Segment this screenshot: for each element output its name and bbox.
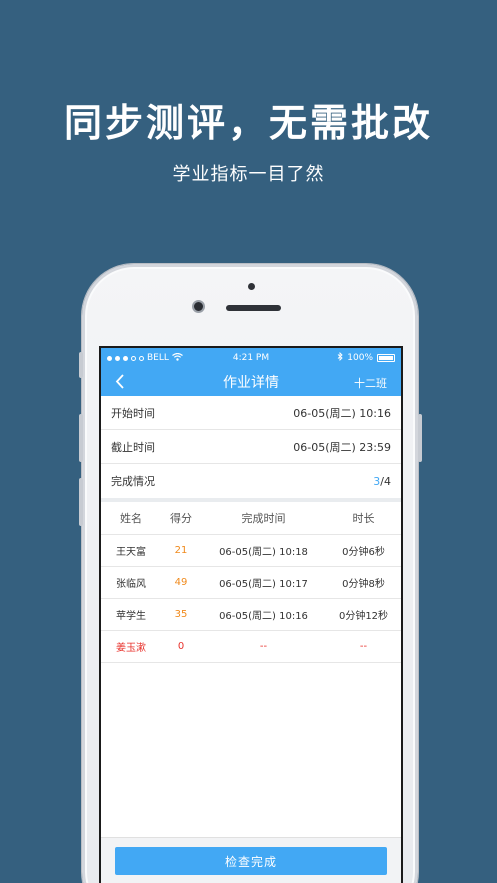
student-name: 苹学生 (101, 597, 161, 630)
completion-row: 完成情况 3/4 (101, 464, 401, 498)
table-row[interactable]: 张临风 49 06-05(周二) 10:17 0分钟8秒 (101, 565, 401, 598)
bottom-bar: 检查完成 (101, 837, 401, 883)
student-table: 姓名 得分 完成时间 时长 王天富 21 06-05(周二) 10:18 0分钟… (101, 502, 401, 663)
chevron-left-icon (115, 373, 124, 389)
header-score: 得分 (170, 511, 192, 525)
student-score: 49 (161, 565, 201, 598)
phone-volume-up (79, 414, 83, 462)
student-score: 0 (161, 629, 201, 663)
student-name: 姜玉漱 (101, 629, 161, 663)
start-time-label: 开始时间 (111, 406, 155, 420)
start-time-row: 开始时间 06-05(周二) 10:16 (101, 396, 401, 430)
header-time: 完成时间 (241, 511, 286, 525)
class-selector[interactable]: 十二班 (354, 375, 387, 391)
phone-camera (192, 300, 205, 313)
phone-volume-down (79, 478, 83, 526)
student-duration: 0分钟6秒 (326, 533, 401, 566)
table-header: 姓名 得分 完成时间 时长 (101, 502, 401, 534)
student-score: 35 (161, 597, 201, 630)
end-time-value: 06-05(周二) 23:59 (293, 440, 391, 454)
back-button[interactable] (111, 372, 127, 390)
phone-screen: BELL 4:21 PM 100% 作业详情 十二班 开始时间 06-05(周二… (99, 346, 403, 883)
student-duration: 0分钟12秒 (326, 597, 401, 630)
end-time-row: 截止时间 06-05(周二) 23:59 (101, 430, 401, 464)
student-name: 张临风 (101, 565, 161, 598)
phone-power-button (418, 414, 422, 462)
phone-speaker (226, 305, 281, 311)
student-finish-time: 06-05(周二) 10:17 (201, 565, 326, 598)
student-finish-time: -- (201, 629, 326, 663)
student-duration: -- (326, 629, 401, 663)
table-row[interactable]: 苹学生 35 06-05(周二) 10:16 0分钟12秒 (101, 597, 401, 630)
completion-total: /4 (380, 474, 391, 488)
app-header: BELL 4:21 PM 100% 作业详情 十二班 (101, 348, 401, 396)
check-complete-button[interactable]: 检查完成 (115, 847, 387, 875)
end-time-label: 截止时间 (111, 440, 155, 454)
student-duration: 0分钟8秒 (326, 565, 401, 598)
battery-icon (377, 354, 395, 362)
start-time-value: 06-05(周二) 10:16 (293, 406, 391, 420)
status-time: 4:21 PM (232, 353, 270, 363)
promo-subline: 学业指标一目了然 (172, 164, 325, 185)
phone-mute-switch (79, 352, 83, 378)
student-name: 王天富 (101, 533, 161, 566)
nav-bar: 作业详情 十二班 (101, 368, 401, 396)
table-row[interactable]: 姜玉漱 0 -- -- (101, 629, 401, 663)
completion-value: 3/4 (373, 475, 391, 488)
student-finish-time: 06-05(周二) 10:16 (201, 597, 326, 630)
header-name: 姓名 (120, 511, 142, 525)
header-duration: 时长 (352, 511, 375, 525)
phone-sensor (248, 283, 255, 290)
student-score: 21 (161, 533, 201, 566)
table-row[interactable]: 王天富 21 06-05(周二) 10:18 0分钟6秒 (101, 533, 401, 566)
promo-headline: 同步测评，无需批改 (63, 101, 433, 145)
completion-label: 完成情况 (111, 475, 155, 488)
student-finish-time: 06-05(周二) 10:18 (201, 533, 326, 566)
status-bar: BELL 4:21 PM 100% (101, 348, 401, 368)
